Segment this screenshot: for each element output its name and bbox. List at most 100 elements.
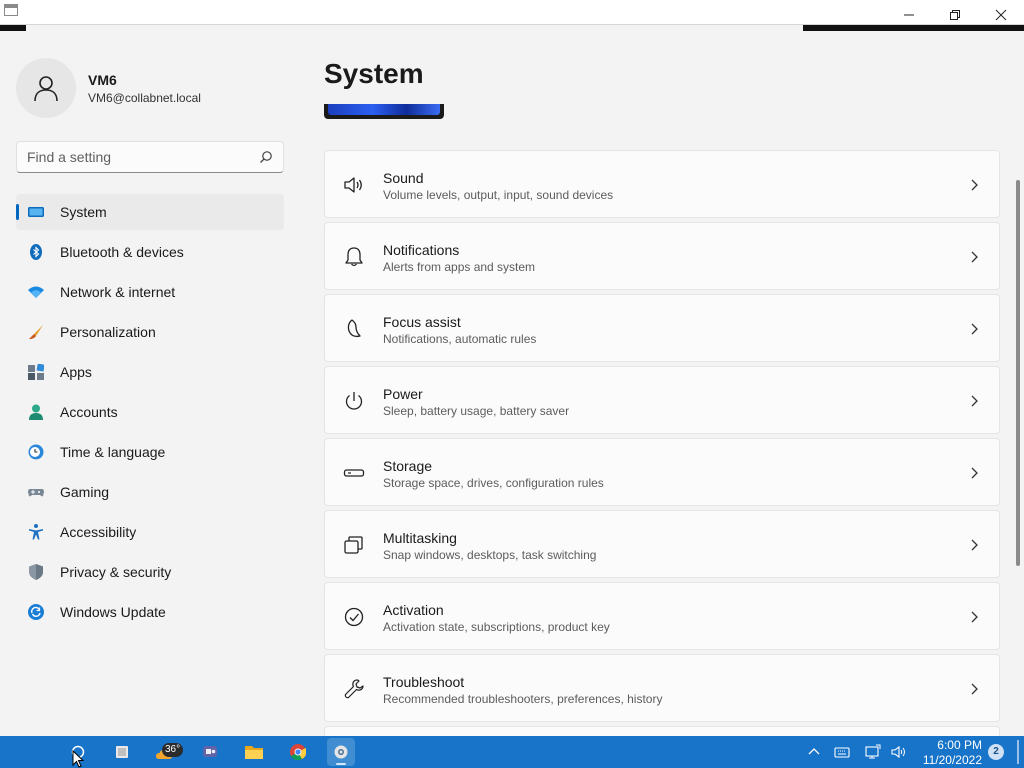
card-title: Sound — [383, 170, 424, 186]
search-box[interactable] — [16, 141, 284, 173]
multitask-icon — [344, 536, 363, 554]
sidebar-item-label: Accessibility — [60, 524, 137, 540]
check-circle-icon — [344, 607, 364, 627]
chevron-right-icon — [971, 251, 978, 263]
bluetooth-icon — [30, 244, 42, 260]
task-view-icon — [116, 746, 128, 758]
sidebar-item-label: System — [60, 204, 107, 220]
card-activation[interactable]: Activation Activation state, subscriptio… — [324, 582, 1000, 650]
sidebar-item-time-language[interactable]: Time & language — [16, 434, 284, 470]
sidebar-item-windows-update[interactable]: Windows Update — [16, 594, 284, 630]
card-title: Power — [383, 386, 423, 402]
card-subtitle: Volume levels, output, input, sound devi… — [383, 188, 614, 202]
card-multitasking[interactable]: Multitasking Snap windows, desktops, tas… — [324, 510, 1000, 578]
sidebar-item-label: Time & language — [60, 444, 166, 460]
folder-icon — [245, 746, 263, 759]
chevron-right-icon — [971, 683, 978, 695]
settings-list: Sound Volume levels, output, input, soun… — [324, 150, 1000, 736]
monitor-icon — [28, 207, 44, 217]
card-title: Activation — [383, 602, 444, 618]
chevron-right-icon — [971, 395, 978, 407]
chat-icon — [203, 746, 217, 757]
settings-app-button[interactable] — [327, 738, 355, 766]
person-icon — [34, 76, 58, 102]
brush-icon — [29, 325, 43, 339]
drive-icon — [343, 469, 365, 477]
sidebar-item-label: Accounts — [60, 404, 118, 420]
show-desktop-button[interactable] — [1017, 740, 1019, 764]
chevron-right-icon — [971, 611, 978, 623]
sidebar-item-system[interactable]: System — [16, 194, 284, 230]
accessibility-icon — [29, 524, 43, 540]
gamepad-icon — [28, 489, 44, 497]
sidebar-item-label: Bluetooth & devices — [60, 244, 184, 260]
frame-strip — [803, 25, 1024, 31]
task-view-button[interactable] — [108, 738, 136, 766]
file-explorer-button[interactable] — [240, 738, 268, 766]
avatar[interactable] — [16, 58, 76, 118]
search-icon[interactable] — [259, 150, 273, 164]
card-power[interactable]: Power Sleep, battery usage, battery save… — [324, 366, 1000, 434]
speaker-icon — [344, 177, 362, 193]
card-subtitle: Snap windows, desktops, task switching — [383, 548, 597, 562]
app-icon — [4, 4, 18, 16]
teams-chat-button[interactable] — [196, 738, 224, 766]
minimize-icon — [904, 14, 914, 16]
restore-icon — [950, 10, 960, 20]
settings-window: VM6 VM6@collabnet.local System Bluetooth… — [0, 0, 1024, 736]
chevron-up-icon[interactable] — [806, 744, 822, 760]
power-icon — [345, 392, 363, 410]
card-subtitle: Notifications, automatic rules — [383, 332, 537, 346]
frame-strip — [0, 25, 26, 31]
bell-icon — [345, 247, 363, 267]
sidebar-item-privacy[interactable]: Privacy & security — [16, 554, 284, 590]
clock-globe-icon — [28, 444, 44, 460]
card-subtitle: Alerts from apps and system — [383, 260, 536, 274]
clock-time[interactable]: 6:00 PM — [926, 738, 982, 752]
sidebar-item-label: Apps — [60, 364, 92, 380]
profile-name: VM6 — [88, 72, 117, 88]
chevron-right-icon — [971, 179, 978, 191]
card-sound[interactable]: Sound Volume levels, output, input, soun… — [324, 150, 1000, 218]
volume-icon[interactable] — [891, 744, 907, 760]
sidebar-item-personalization[interactable]: Personalization — [16, 314, 284, 350]
card-troubleshoot[interactable]: Troubleshoot Recommended troubleshooters… — [324, 654, 1000, 722]
person-icon — [29, 404, 43, 420]
card-subtitle: Sleep, battery usage, battery saver — [383, 404, 570, 418]
sidebar-item-label: Windows Update — [60, 604, 166, 620]
moon-icon — [347, 319, 361, 338]
apps-icon — [28, 364, 44, 380]
chevron-right-icon — [971, 539, 978, 551]
scrollbar-thumb[interactable] — [1016, 180, 1020, 566]
card-focus-assist[interactable]: Focus assist Notifications, automatic ru… — [324, 294, 1000, 362]
chrome-icon — [290, 744, 306, 760]
search-input[interactable] — [27, 142, 247, 172]
sidebar-item-accessibility[interactable]: Accessibility — [16, 514, 284, 550]
wrench-icon — [344, 679, 364, 699]
chevron-right-icon — [971, 467, 978, 479]
card-partial[interactable] — [324, 726, 1000, 736]
sidebar-item-gaming[interactable]: Gaming — [16, 474, 284, 510]
card-subtitle: Recommended troubleshooters, preferences… — [383, 692, 663, 706]
keyboard-icon[interactable] — [834, 744, 850, 760]
chrome-button[interactable] — [284, 738, 312, 766]
weather-temperature: 36° — [162, 743, 184, 757]
sidebar-item-network[interactable]: Network & internet — [16, 274, 284, 310]
clock-date[interactable]: 11/20/2022 — [916, 753, 982, 767]
card-title: Troubleshoot — [383, 674, 465, 690]
sidebar-item-accounts[interactable]: Accounts — [16, 394, 284, 430]
sidebar-item-apps[interactable]: Apps — [16, 354, 284, 390]
gear-icon — [334, 745, 348, 759]
wallpaper-image — [328, 104, 440, 115]
sidebar-item-bluetooth[interactable]: Bluetooth & devices — [16, 234, 284, 270]
wifi-icon — [28, 286, 44, 298]
card-title: Notifications — [383, 242, 460, 258]
card-notifications[interactable]: Notifications Alerts from apps and syste… — [324, 222, 1000, 290]
notification-count-badge[interactable]: 2 — [988, 744, 1004, 760]
card-storage[interactable]: Storage Storage space, drives, configura… — [324, 438, 1000, 506]
sidebar-item-label: Personalization — [60, 324, 156, 340]
card-title: Storage — [383, 458, 433, 474]
profile-email: VM6@collabnet.local — [88, 91, 201, 105]
network-icon[interactable] — [865, 744, 881, 760]
sidebar-nav: System Bluetooth & devices Network & int… — [16, 194, 284, 634]
